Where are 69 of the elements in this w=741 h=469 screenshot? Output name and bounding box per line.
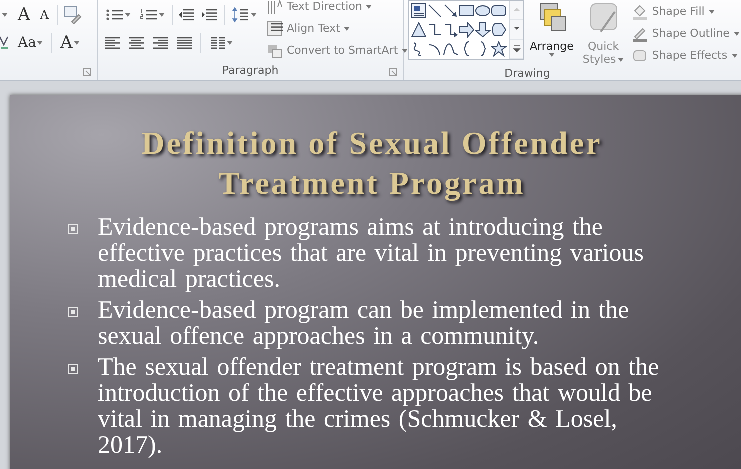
line-spacing-icon [232,7,250,23]
shrink-font-button[interactable]: A [38,7,51,23]
center-icon[interactable] [128,36,145,50]
change-case-button[interactable]: Aa [16,34,46,52]
caret-icon [366,4,372,8]
dialog-launcher-icon[interactable] [83,68,91,76]
paint-bucket-icon [632,4,648,20]
justify-icon[interactable] [176,36,193,50]
more-button[interactable] [510,40,523,59]
shape-effects-icon [632,48,648,64]
down-arrow-icon[interactable] [475,22,491,38]
more-icon [512,44,520,53]
square-bullet-icon [68,224,78,234]
curve-icon[interactable] [443,40,459,57]
align-text-icon [267,20,283,36]
clear-formatting-icon[interactable] [64,6,82,24]
font-color-button[interactable]: A [58,32,82,54]
flowchart-shape-icon[interactable] [491,22,507,38]
caret-icon [618,58,624,62]
align-left-icon[interactable] [104,36,121,50]
columns-icon [210,36,226,50]
caret-icon [159,13,165,17]
grow-font-button[interactable]: A [16,4,32,26]
dialog-launcher-icon[interactable] [389,68,397,76]
line-spacing-button[interactable] [230,5,259,25]
caret-icon [734,32,740,36]
numbered-list-icon [140,8,158,22]
caret-icon [37,41,44,45]
caret-icon [344,26,350,30]
group-label: Paragraph [222,63,279,79]
square-bullet-icon [68,364,78,374]
caret-icon [74,41,80,45]
bullet-text: Evidence-based program can be implemented in the sexual offence approaches in a community. [98,298,630,350]
arrow-icon[interactable] [443,3,459,20]
triangle-icon[interactable] [411,22,427,38]
increase-indent-icon[interactable] [201,7,219,23]
font-size-dropdown[interactable] [0,11,10,19]
oval-icon[interactable] [475,3,491,20]
rectangle-icon[interactable] [459,3,475,20]
caret-icon [548,53,555,57]
bulleted-list-icon [106,8,124,22]
line-icon[interactable] [427,3,443,20]
text-box-icon[interactable] [411,3,427,20]
text-effect-icon[interactable] [0,35,10,51]
align-right-icon[interactable] [152,36,169,50]
scroll-down-button[interactable] [510,20,523,40]
star-icon[interactable] [491,40,507,57]
pencil-icon [632,26,648,42]
smartart-icon [267,42,283,58]
square-bullet-icon [68,307,78,317]
bullet-text: Evidence-based programs aims at introducing the effective practices that are vital in preventing various medical practices. [98,215,645,293]
rounded-rectangle-icon[interactable] [491,3,507,20]
caret-icon [732,54,738,58]
quick-styles-icon [588,2,619,34]
caret-icon [227,41,233,45]
caret-icon [708,10,715,14]
bullet-text: The sexual offender treatment program is based on the introduction of the effective approaches that would be vital in managing the crimes (Schmucker & Losel, 2017). [98,355,660,459]
right-arrow-icon[interactable] [459,22,475,38]
caret-icon [125,13,131,17]
decrease-indent-icon[interactable] [178,7,196,23]
text-direction-icon [267,0,283,14]
elbow-connector-icon[interactable] [427,22,443,38]
caret-icon [402,48,408,52]
slide-title: Definition of Sexual Offender Treatment Program [140,124,604,203]
group-label: Drawing [504,66,550,81]
elbow-arrow-icon[interactable] [443,22,459,38]
caret-icon [251,13,257,17]
arrange-button[interactable]: Arrange [527,2,577,66]
caret-icon [2,13,8,17]
